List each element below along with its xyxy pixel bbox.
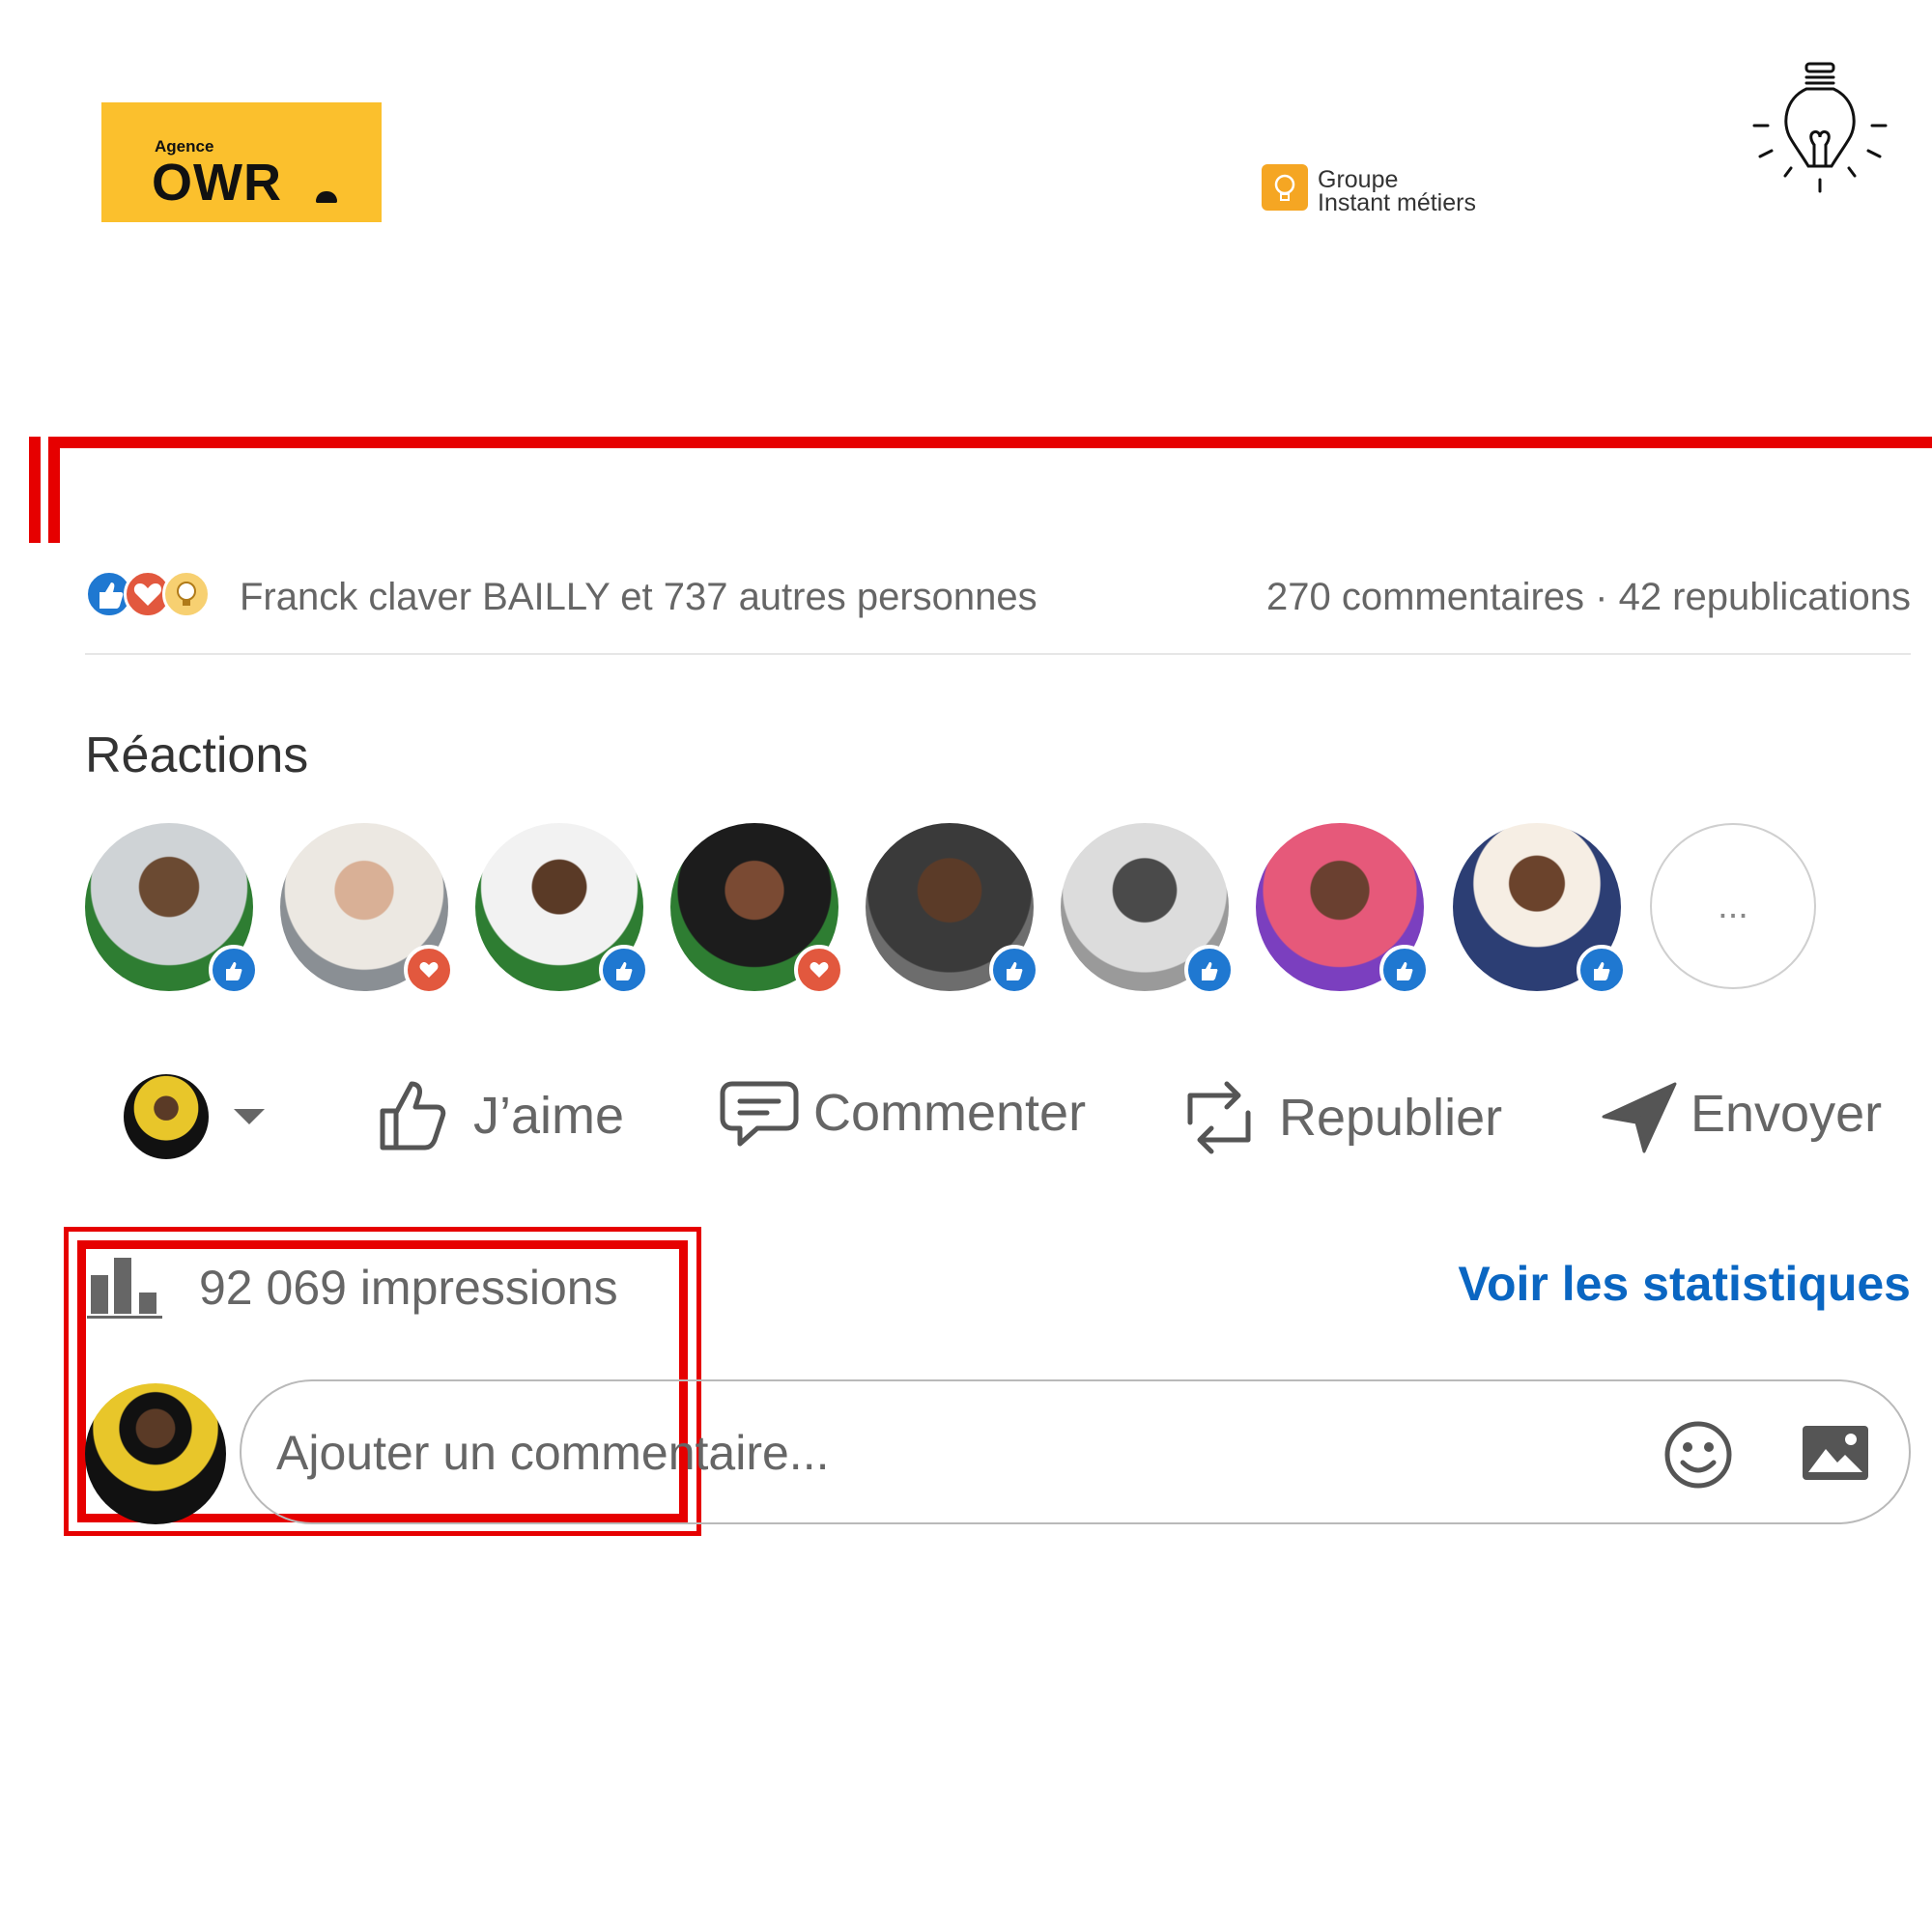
reactor-avatar[interactable] xyxy=(866,823,1039,995)
reactor-avatar[interactable] xyxy=(1256,823,1430,995)
repost-icon xyxy=(1187,1081,1251,1154)
reactor-avatar[interactable] xyxy=(1061,823,1235,995)
like-icon xyxy=(1379,945,1430,995)
repost-label: Republier xyxy=(1279,1089,1503,1147)
comment-icon xyxy=(720,1081,799,1147)
reactor-avatar[interactable] xyxy=(85,823,259,995)
agency-name: OWR xyxy=(152,154,282,212)
reactor-avatar[interactable] xyxy=(670,823,844,995)
more-reactions-button[interactable]: ... xyxy=(1650,823,1816,989)
comment-input[interactable] xyxy=(274,1381,1534,1524)
caret-down-icon xyxy=(234,1109,265,1124)
like-icon xyxy=(1184,945,1235,995)
reactor-avatar[interactable] xyxy=(1453,823,1627,995)
reactor-avatar[interactable] xyxy=(475,823,649,995)
repost-button[interactable]: Republier xyxy=(1182,1074,1502,1161)
comment-label: Commenter xyxy=(813,1084,1087,1142)
current-user-avatar xyxy=(124,1074,209,1159)
reactions-title: Réactions xyxy=(85,727,309,783)
commenter-avatar xyxy=(85,1383,226,1524)
reaction-summary-text[interactable]: Franck claver BAILLY et 737 autres perso… xyxy=(240,576,1037,619)
group-logo-line2: Instant métiers xyxy=(1318,189,1476,216)
view-statistics-link[interactable]: Voir les statistiques xyxy=(1458,1256,1911,1312)
emoji-icon[interactable] xyxy=(1662,1418,1735,1492)
send-label: Envoyer xyxy=(1690,1085,1883,1143)
like-label: J’aime xyxy=(473,1087,625,1145)
love-icon xyxy=(794,945,844,995)
summary-divider xyxy=(85,653,1911,655)
love-icon xyxy=(404,945,454,995)
send-icon xyxy=(1602,1082,1677,1153)
like-button[interactable]: J’aime xyxy=(373,1074,624,1157)
highlight-frame-top-left-bar xyxy=(29,437,41,543)
group-logo-icon xyxy=(1262,164,1308,211)
lightbulb-icon xyxy=(1747,56,1891,201)
comment-button[interactable]: Commenter xyxy=(719,1074,1086,1151)
comments-reposts-count[interactable]: 270 commentaires · 42 republications xyxy=(1266,576,1911,619)
like-icon xyxy=(209,945,259,995)
reaction-summary-row[interactable]: Franck claver BAILLY et 737 autres perso… xyxy=(85,570,1911,624)
insightful-icon xyxy=(162,570,211,618)
send-button[interactable]: Envoyer xyxy=(1602,1074,1882,1153)
image-icon[interactable] xyxy=(1799,1422,1872,1486)
impressions-count: 92 069 impressions xyxy=(199,1261,618,1315)
highlight-frame-top xyxy=(48,437,1932,543)
post-as-selector[interactable] xyxy=(124,1074,278,1161)
like-icon xyxy=(989,945,1039,995)
comment-box[interactable] xyxy=(240,1379,1911,1524)
thumbs-up-icon xyxy=(380,1081,446,1151)
like-icon xyxy=(1577,945,1627,995)
agency-owr-logo: Agence OWR xyxy=(101,102,382,222)
like-icon xyxy=(599,945,649,995)
bar-chart-icon xyxy=(87,1258,162,1319)
reactor-avatar[interactable] xyxy=(280,823,454,995)
agency-logo-dot xyxy=(316,191,337,203)
